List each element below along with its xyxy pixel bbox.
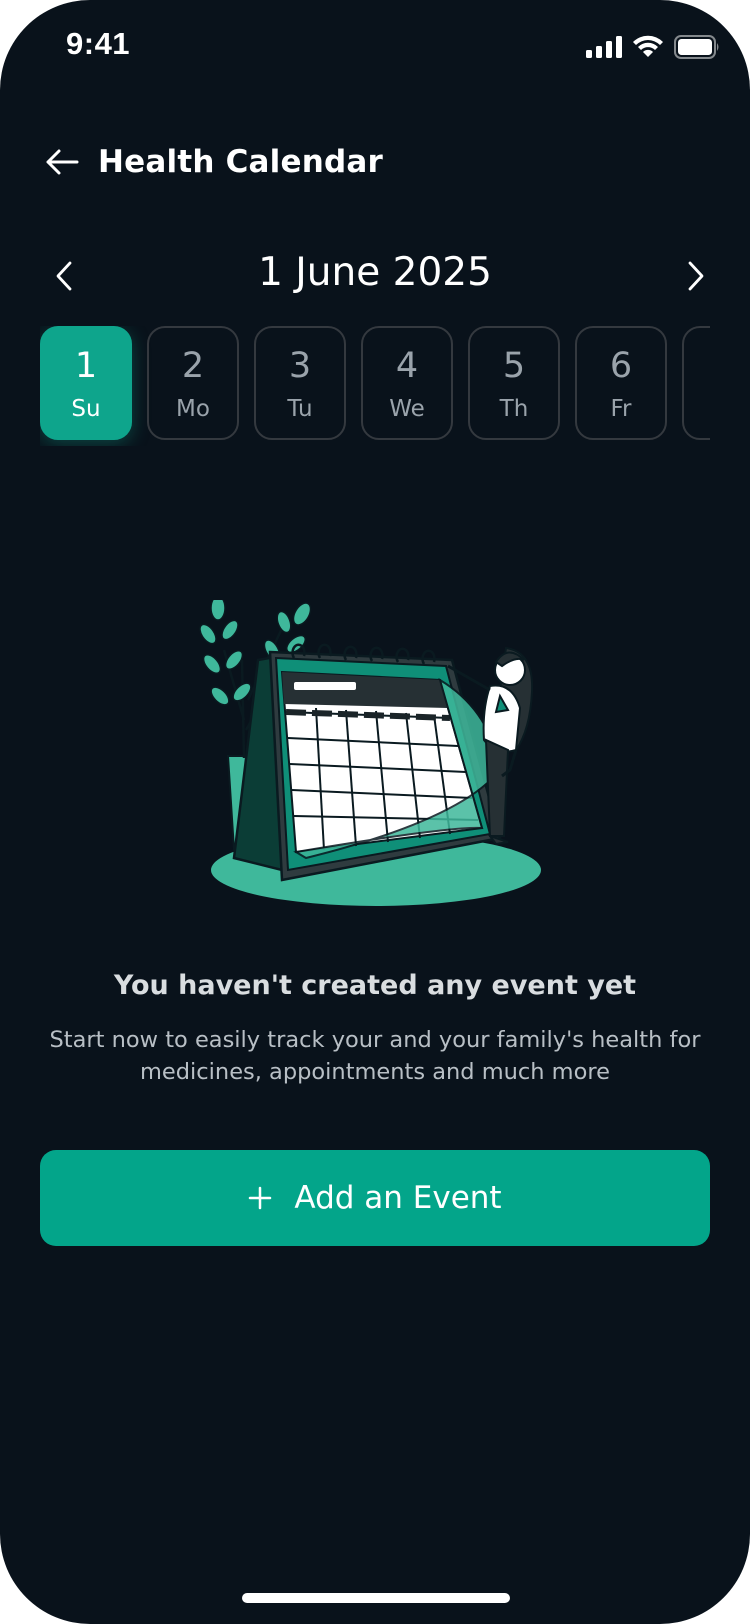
cellular-signal-icon <box>586 36 622 58</box>
arrow-left-icon <box>46 149 79 175</box>
next-month-button[interactable] <box>676 256 716 296</box>
day-name: Fr <box>610 396 632 422</box>
status-icons <box>586 32 720 62</box>
day-name: Th <box>499 396 529 422</box>
day-number: 6 <box>609 346 633 386</box>
home-indicator <box>242 1593 510 1603</box>
app-header: Health Calendar <box>44 140 383 184</box>
status-time: 9:41 <box>66 26 131 61</box>
day-item[interactable]: 5 Th <box>468 326 560 440</box>
month-title: 1 June 2025 <box>258 250 492 295</box>
day-number: 4 <box>395 346 419 386</box>
day-item[interactable]: 6 Fr <box>575 326 667 440</box>
empty-state-description: Start now to easily track your and your … <box>49 1027 701 1085</box>
day-name: Mo <box>176 396 210 422</box>
plus-icon <box>249 1186 272 1210</box>
month-navigator: 1 June 2025 <box>40 246 710 306</box>
empty-state-title: You haven't created any event yet <box>113 970 637 1001</box>
day-name: Su <box>71 396 101 422</box>
day-number: 1 <box>74 346 98 386</box>
day-item-selected[interactable]: 1 Su <box>40 326 132 440</box>
day-item[interactable]: 4 We <box>361 326 453 440</box>
day-name: Tu <box>287 396 313 422</box>
add-event-button[interactable]: Add an Event <box>40 1150 710 1246</box>
chevron-right-icon <box>688 261 704 291</box>
day-name: We <box>389 396 425 422</box>
day-number: 5 <box>502 346 526 386</box>
day-number: 2 <box>181 346 205 386</box>
day-number: 3 <box>288 346 312 386</box>
page-title: Health Calendar <box>98 144 383 180</box>
day-item[interactable]: 2 Mo <box>147 326 239 440</box>
phone-screen: 9:41 Health Calendar 1 June 2025 1 Su 2 … <box>0 0 750 1624</box>
back-button[interactable] <box>44 144 80 180</box>
add-event-label: Add an Event <box>294 1180 502 1216</box>
battery-icon <box>674 35 719 59</box>
calendar-illustration <box>199 600 541 906</box>
wifi-icon <box>633 35 663 57</box>
day-item[interactable]: 3 Tu <box>254 326 346 440</box>
day-item-partial[interactable] <box>682 326 710 440</box>
day-selector: 1 Su 2 Mo 3 Tu 4 We 5 Th 6 Fr <box>40 326 710 446</box>
